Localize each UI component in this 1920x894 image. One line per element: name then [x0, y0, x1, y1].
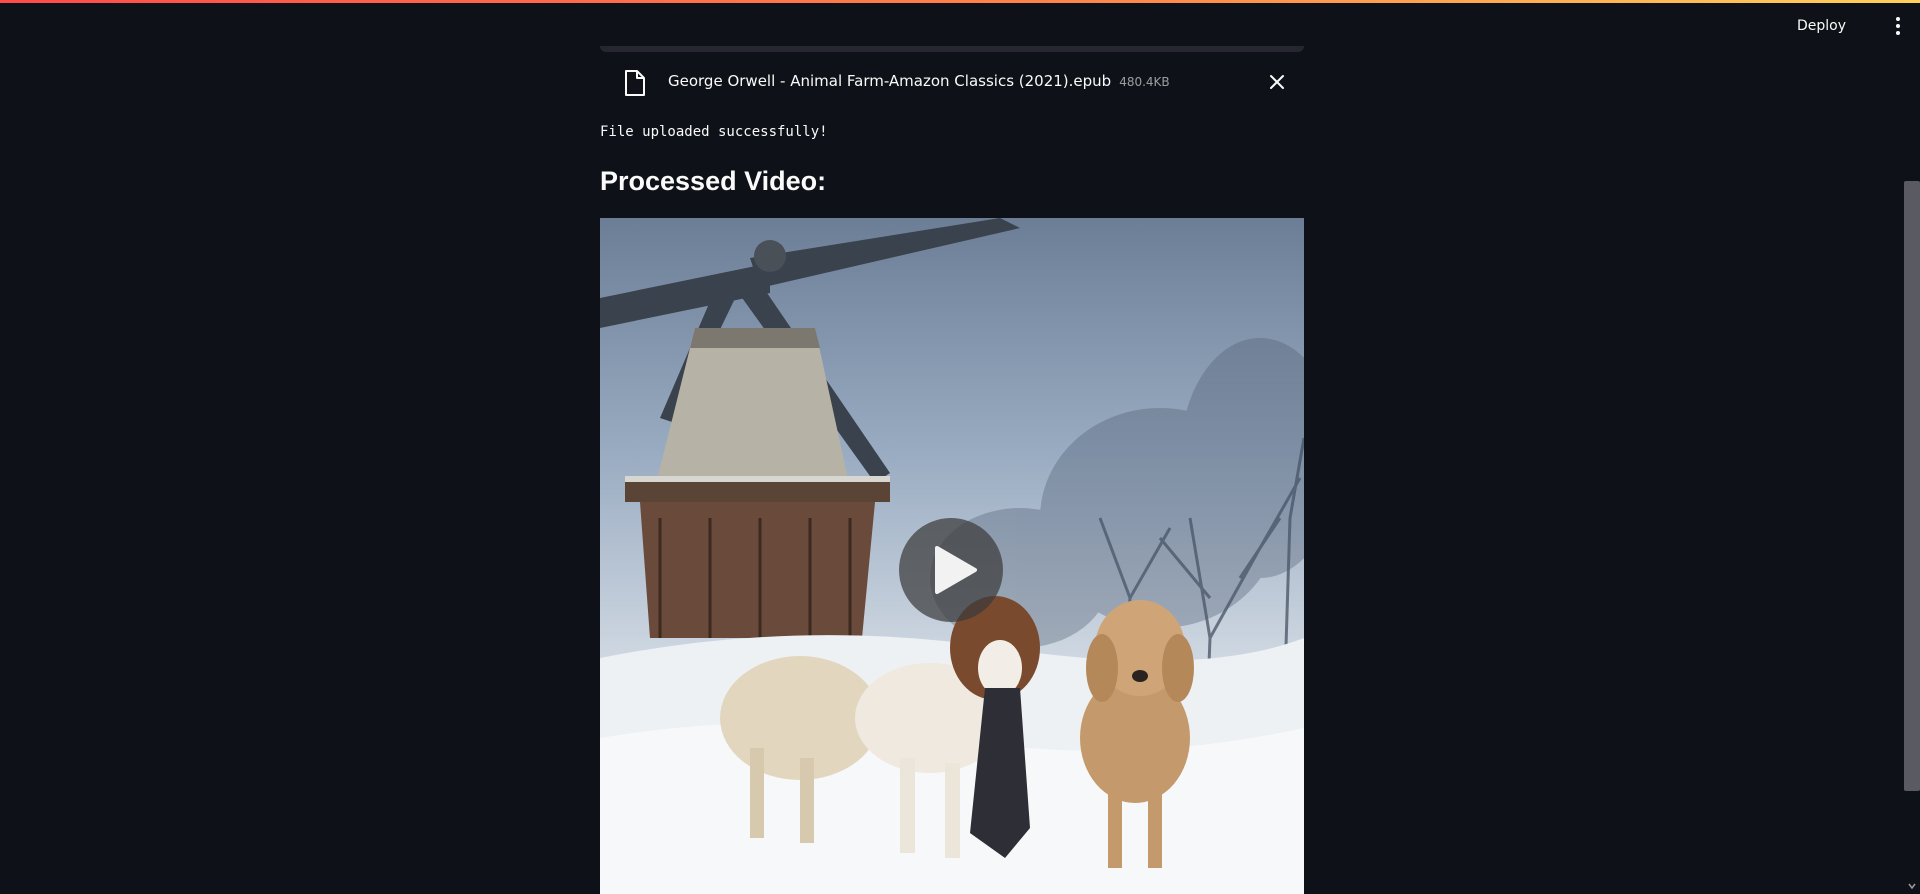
kebab-menu-icon	[1896, 17, 1900, 21]
scrollbar-thumb[interactable]	[1904, 181, 1920, 791]
video-player[interactable]	[600, 218, 1304, 894]
file-icon	[625, 70, 645, 96]
app-header: Deploy	[0, 3, 1920, 47]
upload-success-message: File uploaded successfully!	[600, 124, 828, 140]
close-icon[interactable]	[1268, 73, 1286, 91]
play-button[interactable]	[899, 518, 1003, 622]
main-menu-button[interactable]	[1892, 13, 1904, 39]
processed-video-heading: Processed Video:	[600, 166, 827, 196]
uploaded-file-name: George Orwell - Animal Farm-Amazon Class…	[668, 72, 1170, 90]
uploaded-file-row: George Orwell - Animal Farm-Amazon Class…	[600, 64, 1304, 100]
file-size: 480.4KB	[1119, 75, 1170, 89]
deploy-button[interactable]: Deploy	[1793, 13, 1850, 39]
play-icon	[935, 546, 977, 594]
file-name-text: George Orwell - Animal Farm-Amazon Class…	[668, 72, 1112, 90]
page-scrollbar[interactable]	[1904, 47, 1920, 894]
scroll-down-arrow-icon[interactable]	[1908, 882, 1916, 890]
file-uploader-dropzone[interactable]	[600, 46, 1304, 52]
